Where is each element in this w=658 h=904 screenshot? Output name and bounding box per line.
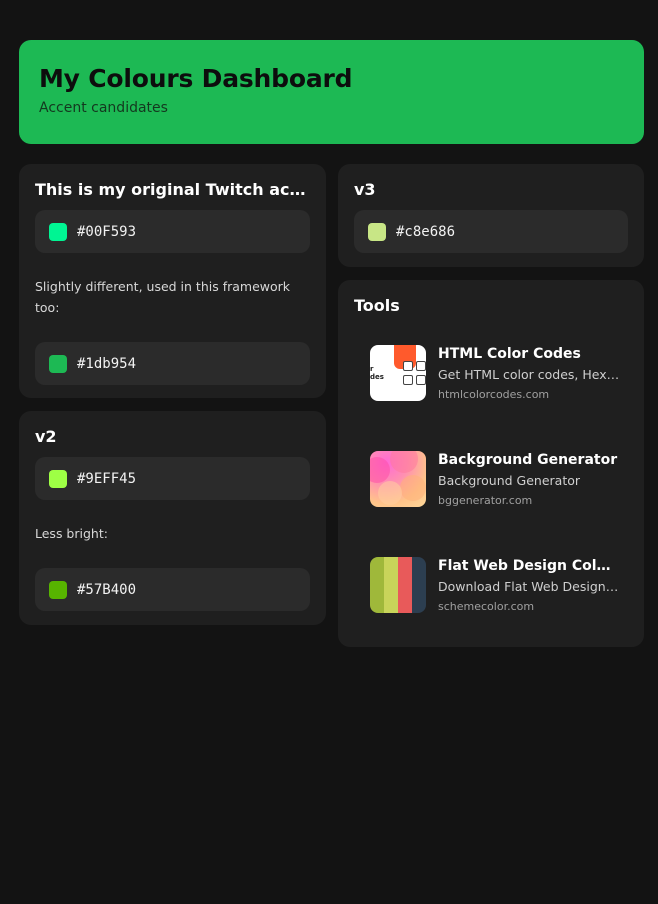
- dashboard-header: My Colours Dashboard Accent candidates: [19, 40, 644, 144]
- color-swatch: [368, 222, 386, 241]
- card-note: Slightly different, used in this framewo…: [35, 279, 291, 315]
- color-hex: #00F593: [77, 223, 137, 240]
- tool-link-flat-web-design-colors[interactable]: Flat Web Design Color Scheme Download Fl…: [370, 557, 620, 617]
- dashboard-page: My Colours Dashboard Accent candidates T…: [0, 0, 658, 904]
- color-swatch: [49, 354, 67, 373]
- color-swatch: [49, 580, 67, 599]
- tools-card: Tools r des HTML Color Codes Get HTML col…: [338, 280, 644, 647]
- tool-description: Get HTML color codes, Hex color codes, R…: [438, 367, 620, 382]
- color-hex: #9EFF45: [77, 470, 137, 487]
- tool-domain: schemecolor.com: [438, 600, 535, 613]
- page-subtitle: Accent candidates: [39, 100, 168, 116]
- color-row[interactable]: #c8e686: [354, 210, 628, 253]
- original-accent-card: This is my original Twitch accent colour…: [19, 164, 326, 398]
- color-hex: #1db954: [77, 355, 137, 372]
- tool-link-html-color-codes[interactable]: r des HTML Color Codes Get HTML color cod…: [370, 345, 620, 405]
- color-row[interactable]: #9EFF45: [35, 457, 310, 500]
- color-row[interactable]: #57B400: [35, 568, 310, 611]
- tool-name: HTML Color Codes: [438, 346, 581, 362]
- page-title: My Colours Dashboard: [39, 64, 353, 93]
- color-hex: #c8e686: [396, 223, 456, 240]
- v3-card: v3 #c8e686: [338, 164, 644, 267]
- color-swatch: [49, 222, 67, 241]
- tool-domain: htmlcolorcodes.com: [438, 388, 550, 401]
- card-title: v2: [35, 427, 57, 446]
- color-row[interactable]: #1db954: [35, 342, 310, 385]
- card-note: Less bright:: [35, 526, 108, 541]
- card-title: Tools: [354, 296, 400, 315]
- htmlcolorcodes-thumbnail: r des: [370, 345, 426, 401]
- tool-description: Download Flat Web Design Color Scheme: [438, 579, 620, 594]
- color-row[interactable]: #00F593: [35, 210, 310, 253]
- card-title: v3: [354, 180, 376, 199]
- card-title: This is my original Twitch accent colour: [35, 180, 310, 199]
- v2-card: v2 #9EFF45 Less bright: #57B400: [19, 411, 326, 625]
- tool-description: Background Generator: [438, 473, 581, 488]
- color-hex: #57B400: [77, 581, 137, 598]
- schemecolor-thumbnail: [370, 557, 426, 613]
- bggenerator-thumbnail: [370, 451, 426, 507]
- tool-link-background-generator[interactable]: Background Generator Background Generato…: [370, 451, 620, 511]
- tool-domain: bggenerator.com: [438, 494, 533, 507]
- color-swatch: [49, 469, 67, 488]
- tool-name: Flat Web Design Color Scheme: [438, 558, 620, 574]
- tool-name: Background Generator: [438, 452, 618, 468]
